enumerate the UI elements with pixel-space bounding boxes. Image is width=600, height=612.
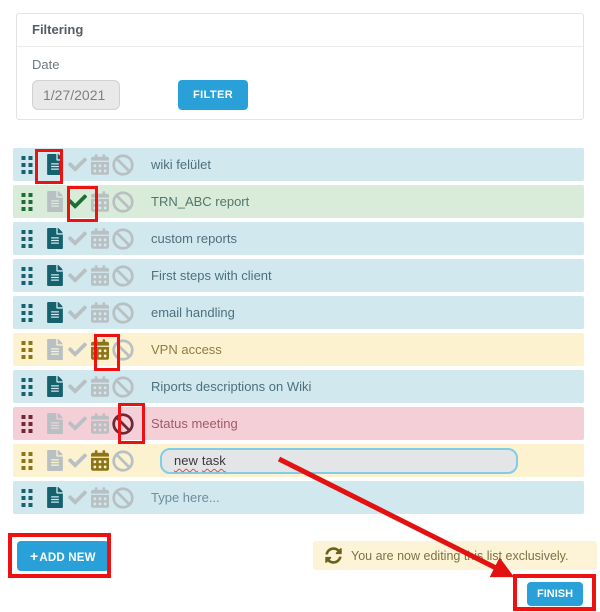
filter-button[interactable]: FILTER: [178, 80, 248, 110]
check-icon[interactable]: [68, 451, 87, 470]
exclusive-edit-notice: You are now editing this list exclusivel…: [313, 541, 597, 570]
check-icon[interactable]: [68, 192, 87, 211]
document-icon[interactable]: [47, 487, 63, 508]
calendar-icon[interactable]: [91, 265, 109, 286]
document-icon[interactable]: [47, 228, 63, 249]
finish-button[interactable]: FINISH: [527, 582, 583, 606]
check-icon[interactable]: [68, 303, 87, 322]
task-label: TRN_ABC report: [151, 194, 249, 209]
calendar-icon[interactable]: [91, 302, 109, 323]
ban-icon[interactable]: [112, 376, 134, 398]
task-label: Riports descriptions on Wiki: [151, 379, 311, 394]
drag-handle-icon[interactable]: [21, 156, 33, 174]
calendar-icon[interactable]: [91, 191, 109, 212]
document-icon[interactable]: [47, 339, 63, 360]
task-label: custom reports: [151, 231, 237, 246]
filtering-panel: Filtering Date FILTER: [16, 13, 584, 120]
drag-handle-icon[interactable]: [21, 452, 33, 470]
date-label: Date: [32, 57, 568, 72]
document-icon[interactable]: [47, 154, 63, 175]
date-input[interactable]: [32, 80, 120, 110]
ban-icon[interactable]: [112, 228, 134, 250]
calendar-icon[interactable]: [91, 413, 109, 434]
task-row: custom reports: [13, 222, 584, 255]
calendar-icon[interactable]: [91, 376, 109, 397]
drag-handle-icon[interactable]: [21, 267, 33, 285]
task-label: First steps with client: [151, 268, 272, 283]
calendar-icon[interactable]: [91, 339, 109, 360]
document-icon[interactable]: [47, 413, 63, 434]
ban-icon[interactable]: [112, 487, 134, 509]
ban-icon[interactable]: [112, 339, 134, 361]
calendar-icon[interactable]: [91, 450, 109, 471]
check-icon[interactable]: [68, 155, 87, 174]
document-icon[interactable]: [47, 302, 63, 323]
check-icon[interactable]: [68, 414, 87, 433]
document-icon[interactable]: [47, 376, 63, 397]
new-task-word: new: [174, 453, 198, 468]
new-task-word: task: [202, 453, 226, 468]
document-icon[interactable]: [47, 265, 63, 286]
notice-text: You are now editing this list exclusivel…: [351, 549, 568, 563]
task-row: Riports descriptions on Wiki: [13, 370, 584, 403]
calendar-icon[interactable]: [91, 487, 109, 508]
task-row-placeholder: Type here...: [13, 481, 584, 514]
task-row: email handling: [13, 296, 584, 329]
task-manager-page: Filtering Date FILTER wiki felület TRN_: [0, 0, 600, 612]
add-new-button[interactable]: +ADD NEW: [17, 541, 109, 571]
task-row: Status meeting: [13, 407, 584, 440]
new-task-input[interactable]: new task: [160, 448, 518, 474]
drag-handle-icon[interactable]: [21, 230, 33, 248]
task-label: Status meeting: [151, 416, 238, 431]
task-row: wiki felület: [13, 148, 584, 181]
calendar-icon[interactable]: [91, 228, 109, 249]
task-row-editing: new task: [13, 444, 584, 477]
document-icon[interactable]: [47, 450, 63, 471]
task-list: wiki felület TRN_ABC report custom repor…: [13, 148, 584, 518]
drag-handle-icon[interactable]: [21, 489, 33, 507]
check-icon[interactable]: [68, 488, 87, 507]
sync-icon: [325, 547, 342, 564]
calendar-icon[interactable]: [91, 154, 109, 175]
task-label: VPN access: [151, 342, 222, 357]
ban-icon[interactable]: [112, 154, 134, 176]
task-row: First steps with client: [13, 259, 584, 292]
ban-icon[interactable]: [112, 450, 134, 472]
add-new-label: ADD NEW: [39, 552, 95, 564]
drag-handle-icon[interactable]: [21, 193, 33, 211]
plus-icon: +: [30, 548, 38, 564]
check-icon[interactable]: [68, 266, 87, 285]
ban-icon[interactable]: [112, 302, 134, 324]
task-row: TRN_ABC report: [13, 185, 584, 218]
task-label: Type here...: [151, 490, 220, 505]
filtering-panel-title: Filtering: [17, 14, 583, 47]
document-icon[interactable]: [47, 191, 63, 212]
drag-handle-icon[interactable]: [21, 341, 33, 359]
drag-handle-icon[interactable]: [21, 378, 33, 396]
check-icon[interactable]: [68, 340, 87, 359]
task-label: email handling: [151, 305, 235, 320]
drag-handle-icon[interactable]: [21, 415, 33, 433]
ban-icon[interactable]: [112, 413, 134, 435]
task-label: wiki felület: [151, 157, 211, 172]
ban-icon[interactable]: [112, 265, 134, 287]
drag-handle-icon[interactable]: [21, 304, 33, 322]
ban-icon[interactable]: [112, 191, 134, 213]
filtering-panel-body: Date FILTER: [17, 47, 583, 110]
check-icon[interactable]: [68, 229, 87, 248]
task-row: VPN access: [13, 333, 584, 366]
check-icon[interactable]: [68, 377, 87, 396]
